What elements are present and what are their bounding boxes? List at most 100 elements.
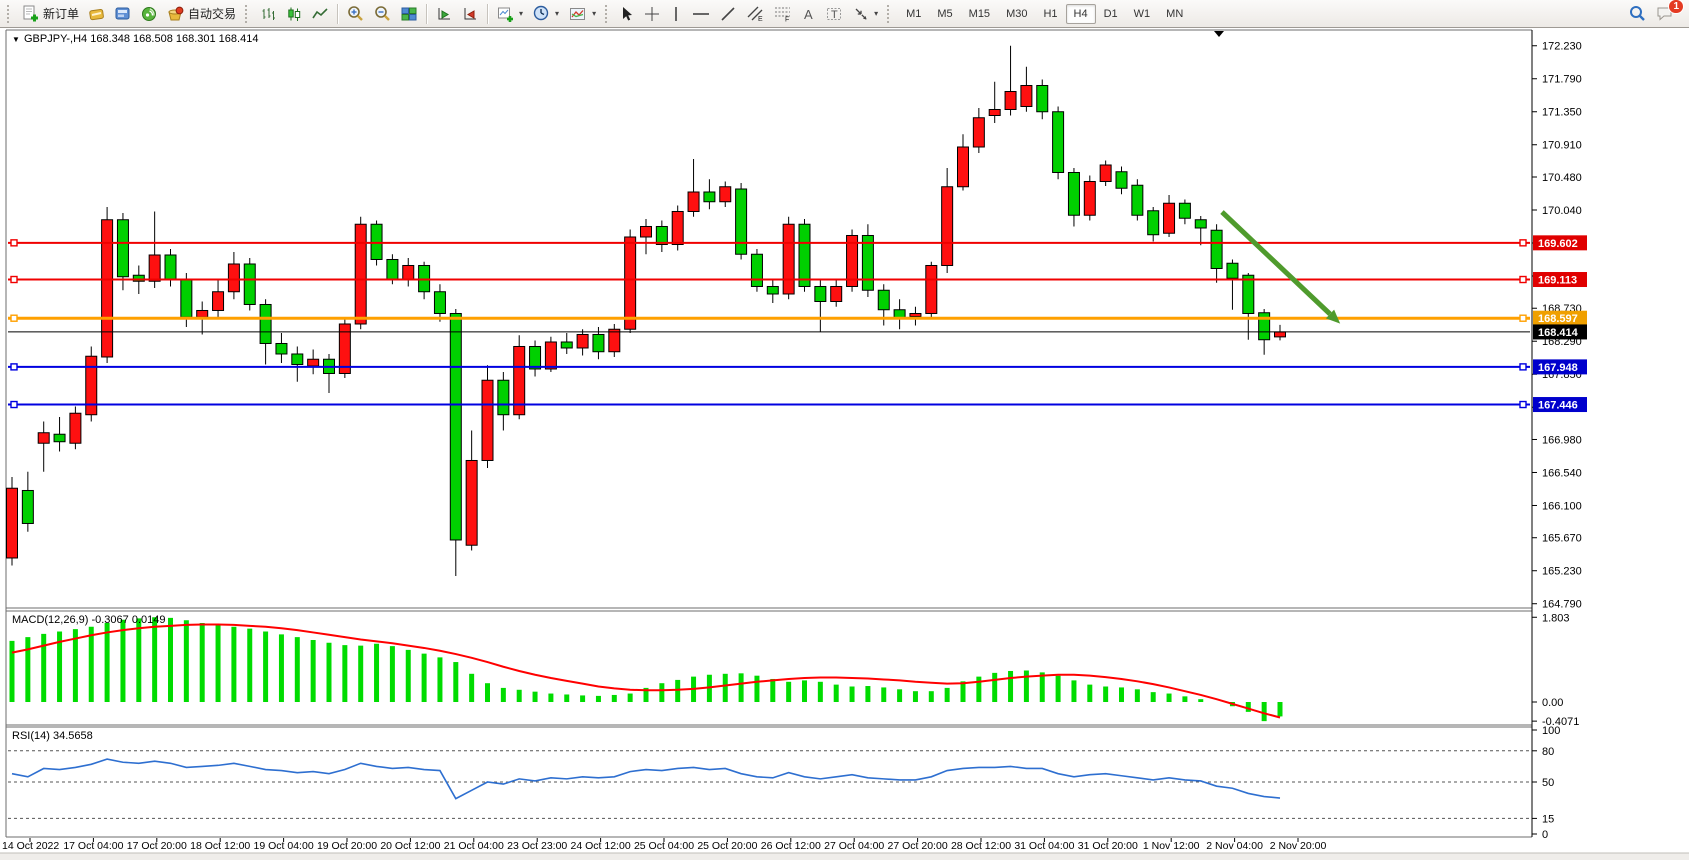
candle <box>1195 220 1206 228</box>
candle <box>102 220 113 357</box>
zoom-out-button[interactable] <box>370 2 395 25</box>
community-button[interactable] <box>137 3 161 25</box>
notifications-button[interactable]: 1 <box>1652 2 1679 25</box>
chart-canvas[interactable]: 172.230171.790171.350170.910170.480170.0… <box>0 28 1689 860</box>
candle <box>926 265 937 313</box>
crosshair-button[interactable] <box>640 3 664 25</box>
candle <box>641 226 652 236</box>
candle <box>403 265 414 278</box>
hline-handle <box>1520 240 1526 246</box>
chart-shift-button[interactable] <box>458 3 482 25</box>
svg-text:171.350: 171.350 <box>1542 107 1582 119</box>
horizontal-line-button[interactable] <box>688 3 714 25</box>
auto-trading-button[interactable]: 自动交易 <box>163 2 240 25</box>
trendline-button[interactable] <box>716 3 740 25</box>
candle <box>213 292 224 311</box>
timeframe-button-h4[interactable]: H4 <box>1066 4 1096 24</box>
tile-windows-button[interactable] <box>397 3 421 25</box>
svg-text:31 Oct 20:00: 31 Oct 20:00 <box>1078 840 1138 852</box>
candle <box>720 187 731 202</box>
svg-text:25 Oct 04:00: 25 Oct 04:00 <box>634 840 694 852</box>
arrows-button[interactable]: ▾ <box>849 3 882 25</box>
toolbar-grip[interactable] <box>887 5 893 23</box>
timeframe-button-m30[interactable]: M30 <box>998 4 1035 24</box>
hline-handle <box>11 402 17 408</box>
text-icon: A <box>802 6 816 22</box>
new-order-button[interactable]: 新订单 <box>18 2 83 25</box>
toolbar-grip[interactable] <box>7 5 13 23</box>
rsi-label: RSI(14) 34.5658 <box>12 730 93 742</box>
market-watch-button[interactable] <box>111 3 135 25</box>
timeframe-button-m5[interactable]: M5 <box>929 4 960 24</box>
svg-text:14 Oct 2022: 14 Oct 2022 <box>2 840 59 852</box>
candle <box>1148 211 1159 235</box>
timeframe-button-m15[interactable]: M15 <box>961 4 998 24</box>
candle <box>656 226 667 244</box>
periods-button[interactable]: ▾ <box>529 2 563 25</box>
svg-text:167.446: 167.446 <box>1538 400 1578 412</box>
cursor-button[interactable] <box>616 3 638 25</box>
candle <box>387 259 398 278</box>
candle <box>1132 185 1143 215</box>
arrows-icon <box>853 6 869 22</box>
candle <box>1227 263 1238 278</box>
quotes-button[interactable] <box>85 3 109 25</box>
svg-text:24 Oct 12:00: 24 Oct 12:00 <box>571 840 631 852</box>
candle <box>1037 85 1048 111</box>
timeframe-button-h1[interactable]: H1 <box>1035 4 1065 24</box>
bar-chart-button[interactable] <box>256 3 280 25</box>
candle <box>181 280 192 317</box>
text-label-icon: T <box>826 6 843 22</box>
candle <box>7 488 18 558</box>
vertical-line-button[interactable] <box>666 3 686 25</box>
hline-handle <box>11 277 17 283</box>
candle <box>815 286 826 301</box>
text-button[interactable]: A <box>798 3 820 25</box>
timeframe-button-mn[interactable]: MN <box>1158 4 1191 24</box>
toolbar-grip[interactable] <box>605 5 611 23</box>
hline-handle <box>11 240 17 246</box>
toolbar-grip[interactable] <box>245 5 251 23</box>
candle <box>973 118 984 147</box>
line-chart-icon <box>312 6 328 22</box>
candle <box>989 109 1000 115</box>
candlestick-button[interactable] <box>282 3 306 25</box>
candle <box>1021 85 1032 106</box>
symbol-ohlc-label: GBPJPY-,H4 168.348 168.508 168.301 168.4… <box>24 33 258 45</box>
timeframe-button-d1[interactable]: D1 <box>1096 4 1126 24</box>
candle <box>1100 165 1111 181</box>
candle <box>1084 181 1095 215</box>
hline-handle <box>1520 402 1526 408</box>
zoom-in-button[interactable] <box>343 2 368 25</box>
timeframe-toolbar: M1M5M15M30H1H4D1W1MN <box>898 4 1191 24</box>
quotes-icon <box>89 6 105 22</box>
new-chart-button[interactable]: ▾ <box>493 3 527 25</box>
candle <box>783 224 794 294</box>
candle <box>244 264 255 304</box>
fibonacci-button[interactable]: F <box>770 2 796 25</box>
candle <box>593 334 604 351</box>
auto-scroll-button[interactable] <box>432 3 456 25</box>
chart-window: 172.230171.790171.350170.910170.480170.0… <box>0 28 1689 860</box>
candle <box>704 192 715 202</box>
hline-handle <box>11 364 17 370</box>
svg-text:27 Oct 20:00: 27 Oct 20:00 <box>888 840 948 852</box>
symbol-dropdown-icon: ▼ <box>12 35 20 44</box>
text-label-button[interactable]: T <box>822 3 847 25</box>
templates-button[interactable]: ▾ <box>565 3 600 25</box>
new-order-icon <box>22 5 39 22</box>
line-chart-button[interactable] <box>308 3 332 25</box>
svg-text:18 Oct 12:00: 18 Oct 12:00 <box>190 840 250 852</box>
timeframe-button-m1[interactable]: M1 <box>898 4 929 24</box>
candle <box>1179 203 1190 218</box>
search-button[interactable] <box>1624 2 1650 26</box>
candle <box>1275 332 1286 337</box>
svg-text:E: E <box>758 16 763 22</box>
trendline-icon <box>720 6 736 22</box>
svg-text:17 Oct 20:00: 17 Oct 20:00 <box>127 840 187 852</box>
candle <box>1164 203 1175 233</box>
timeframe-button-w1[interactable]: W1 <box>1126 4 1159 24</box>
equidistant-channel-button[interactable]: E <box>742 2 768 25</box>
svg-text:100: 100 <box>1542 725 1560 737</box>
candle <box>482 380 493 460</box>
